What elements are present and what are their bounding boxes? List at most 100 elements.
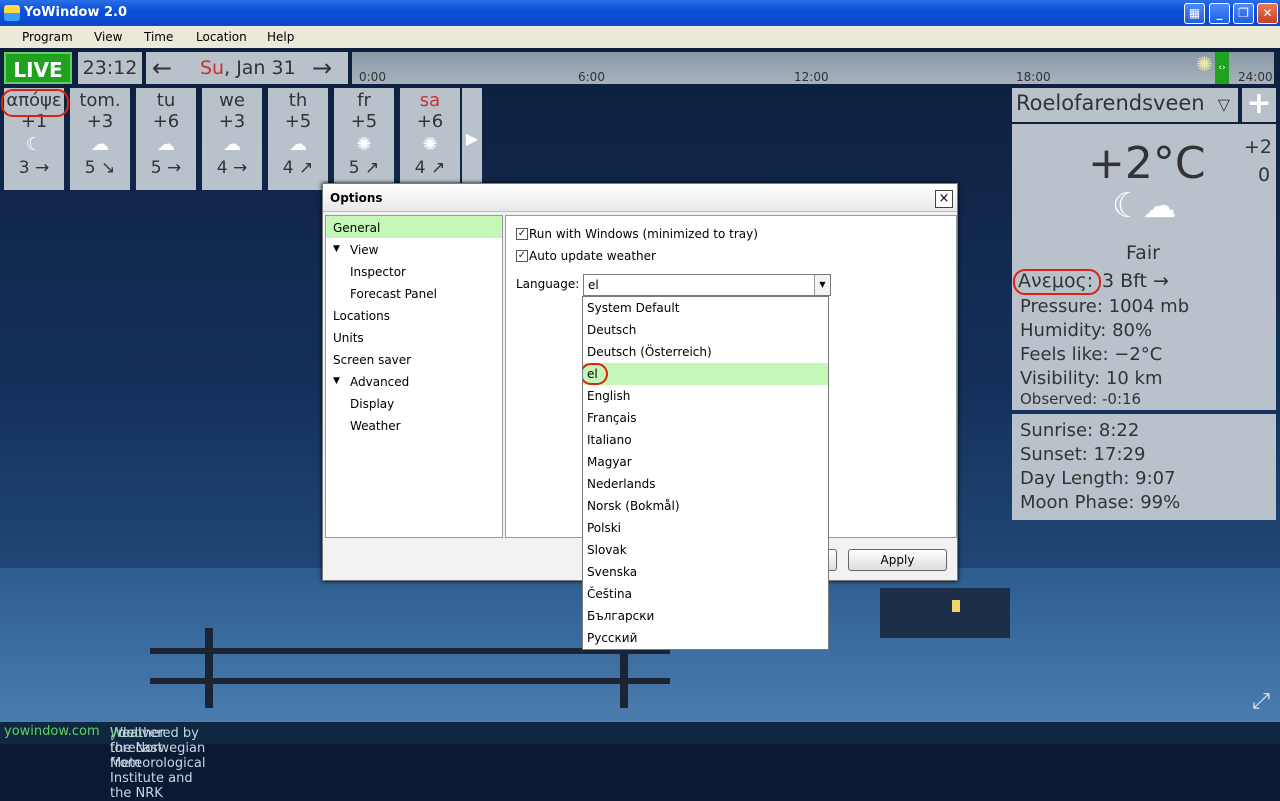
cloud-icon: ☁ [157,134,175,155]
forecast-wind: 4 → [216,158,248,178]
language-option[interactable]: Русский [583,627,828,649]
language-option-selected[interactable]: el [583,363,828,385]
forecast-day[interactable]: sa +6 ✺ 4 ↗ [400,88,460,190]
menu-view[interactable]: View [94,30,122,44]
forecast-temp: +5 [350,111,378,132]
language-option[interactable]: System Default [583,297,828,319]
tree-item-weather[interactable]: Weather [350,419,401,433]
live-button[interactable]: LIVE [4,52,72,84]
expand-arrow-icon[interactable]: ▼ [333,244,340,254]
forecast-next-button[interactable]: ▶ [462,88,482,190]
forecast-day[interactable]: tom. +3 ☁ 5 ↘ [70,88,130,190]
dialog-close-button[interactable]: × [935,190,953,208]
language-option[interactable]: Norsk (Bokmål) [583,495,828,517]
humidity-text: Humidity: 80% [1020,320,1153,341]
options-tree: General ▼ View Inspector Forecast Panel … [325,215,503,538]
tree-item-inspector[interactable]: Inspector [350,265,406,279]
fence-rail [150,678,670,684]
dropdown-triangle-icon[interactable]: ▽ [1218,95,1230,114]
timeline-tick: 12:00 [794,70,829,84]
current-weather-panel: +2°C +2 0 ☾☁ Fair Ανεμος: 3 Bft → Pressu… [1012,124,1276,410]
apply-button[interactable]: Apply [848,549,947,571]
minimize-button[interactable]: _ [1209,3,1230,24]
language-option[interactable]: Slovak [583,539,828,561]
forecast-day-label: th [288,90,308,111]
sunrise-text: Sunrise: 8:22 [1020,420,1140,441]
tree-item-screen-saver[interactable]: Screen saver [333,353,411,367]
maximize-button[interactable]: ❐ [1233,3,1254,24]
tree-item-locations[interactable]: Locations [333,309,390,323]
language-option[interactable]: Nederlands [583,473,828,495]
auto-update-label[interactable]: Auto update weather [529,249,656,263]
forecast-wind: 5 ↗ [348,158,380,178]
language-option[interactable]: Български [583,605,828,627]
language-select[interactable]: el ▼ [583,274,831,296]
menu-time[interactable]: Time [144,30,173,44]
timeline-bar[interactable]: 0:00 6:00 12:00 18:00 24:00 [352,52,1274,84]
moon-cloud-icon: ☾☁ [1112,186,1177,226]
prev-day-button[interactable]: ← [152,54,172,82]
tree-item-display[interactable]: Display [350,397,394,411]
close-button[interactable]: ✕ [1257,3,1278,24]
moon-cloud-icon: ☾ [25,134,43,155]
window-title: YoWindow 2.0 [24,5,128,20]
highlight-ring [1,89,69,117]
fullscreen-icon[interactable]: ⤢ [1246,688,1276,718]
forecast-temp: +5 [284,111,312,132]
run-with-windows-checkbox[interactable]: ✓ [516,228,528,240]
next-day-button[interactable]: → [312,54,332,82]
menu-location[interactable]: Location [196,30,247,44]
dropdown-arrow-icon[interactable]: ▼ [814,275,830,295]
fence-post [205,628,213,708]
forecast-temp: +3 [218,111,246,132]
timeline-handle[interactable]: ‹› [1215,52,1229,84]
forecast-wind: 4 ↗ [414,158,446,178]
language-dropdown-list: System Default Deutsch Deutsch (Österrei… [582,296,829,650]
run-with-windows-label[interactable]: Run with Windows (minimized to tray) [529,227,758,241]
timeline-tick: 0:00 [359,70,386,84]
language-option[interactable]: Čeština [583,583,828,605]
tree-item-view[interactable]: View [350,243,378,257]
forecast-day[interactable]: th +5 ☁ 4 ↗ [268,88,328,190]
title-bar: YoWindow 2.0 ▦ _ ❐ ✕ [0,0,1280,26]
forecast-day[interactable]: we +3 ☁ 4 → [202,88,262,190]
language-option[interactable]: Italiano [583,429,828,451]
language-option[interactable]: Svenska [583,561,828,583]
forecast-day-label: tu [156,90,176,111]
language-option[interactable]: Deutsch (Österreich) [583,341,828,363]
menu-program[interactable]: Program [22,30,73,44]
language-option[interactable]: Magyar [583,451,828,473]
forecast-temp: +6 [416,111,444,132]
menu-help[interactable]: Help [267,30,294,44]
status-bar: yowindow.com Weather forecast from yr.no… [0,722,1280,801]
tree-item-units[interactable]: Units [333,331,364,345]
language-option[interactable]: Deutsch [583,319,828,341]
tree-item-general[interactable]: General [333,221,380,235]
forecast-wind: 5 → [150,158,182,178]
timeline-tick: 18:00 [1016,70,1051,84]
dialog-title: Options [323,184,957,212]
sunset-text: Sunset: 17:29 [1020,444,1146,465]
add-location-button[interactable]: + [1242,88,1276,122]
site-link[interactable]: yowindow.com [4,724,100,739]
tree-item-forecast-panel[interactable]: Forecast Panel [350,287,437,301]
language-option[interactable]: Français [583,407,828,429]
language-option[interactable]: Polski [583,517,828,539]
forecast-temp: +3 [86,111,114,132]
forecast-day-label: tom. [79,90,121,111]
location-selector[interactable]: Roelofarendsveen ▽ [1012,88,1238,122]
house [880,588,1010,638]
sun-moon-panel: Sunrise: 8:22 Sunset: 17:29 Day Length: … [1012,414,1276,520]
forecast-day[interactable]: tu +6 ☁ 5 → [136,88,196,190]
pressure-text: Pressure: 1004 mb [1020,296,1190,317]
grid-icon[interactable]: ▦ [1184,3,1205,24]
cloud-icon: ☁ [223,134,241,155]
forecast-day[interactable]: fr +5 ✺ 5 ↗ [334,88,394,190]
expand-arrow-icon[interactable]: ▼ [333,376,340,386]
language-option[interactable]: English [583,385,828,407]
tree-item-advanced[interactable]: Advanced [350,375,409,389]
date-label: Su, Jan 31 [200,57,296,79]
sun-icon: ✺ [422,134,438,155]
forecast-wind: 5 ↘ [84,158,116,178]
auto-update-checkbox[interactable]: ✓ [516,250,528,262]
